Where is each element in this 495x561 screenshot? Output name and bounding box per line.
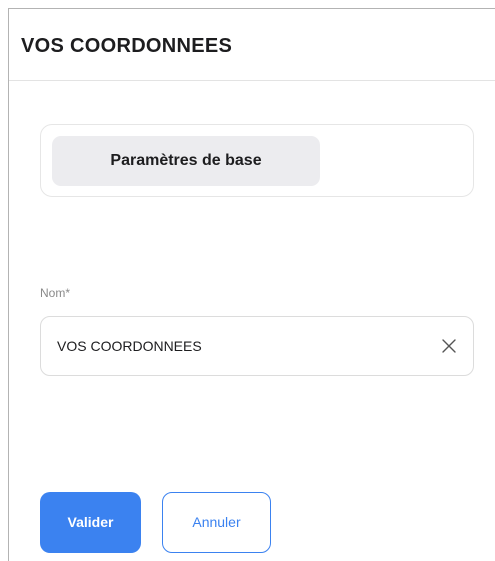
page-title: VOS COORDONNEES [21,35,233,57]
close-icon[interactable] [439,336,459,356]
name-field-container [40,316,474,376]
tab-bar: Paramètres de base [40,124,474,197]
name-field-label: Nom* [40,286,71,300]
tab-parametres-de-base[interactable]: Paramètres de base [52,136,320,186]
name-input[interactable] [57,317,417,375]
cancel-button[interactable]: Annuler [162,492,271,553]
panel-header: VOS COORDONNEES [9,9,495,81]
validate-button[interactable]: Valider [40,492,141,553]
settings-panel: VOS COORDONNEES Paramètres de base Nom* … [8,8,495,561]
